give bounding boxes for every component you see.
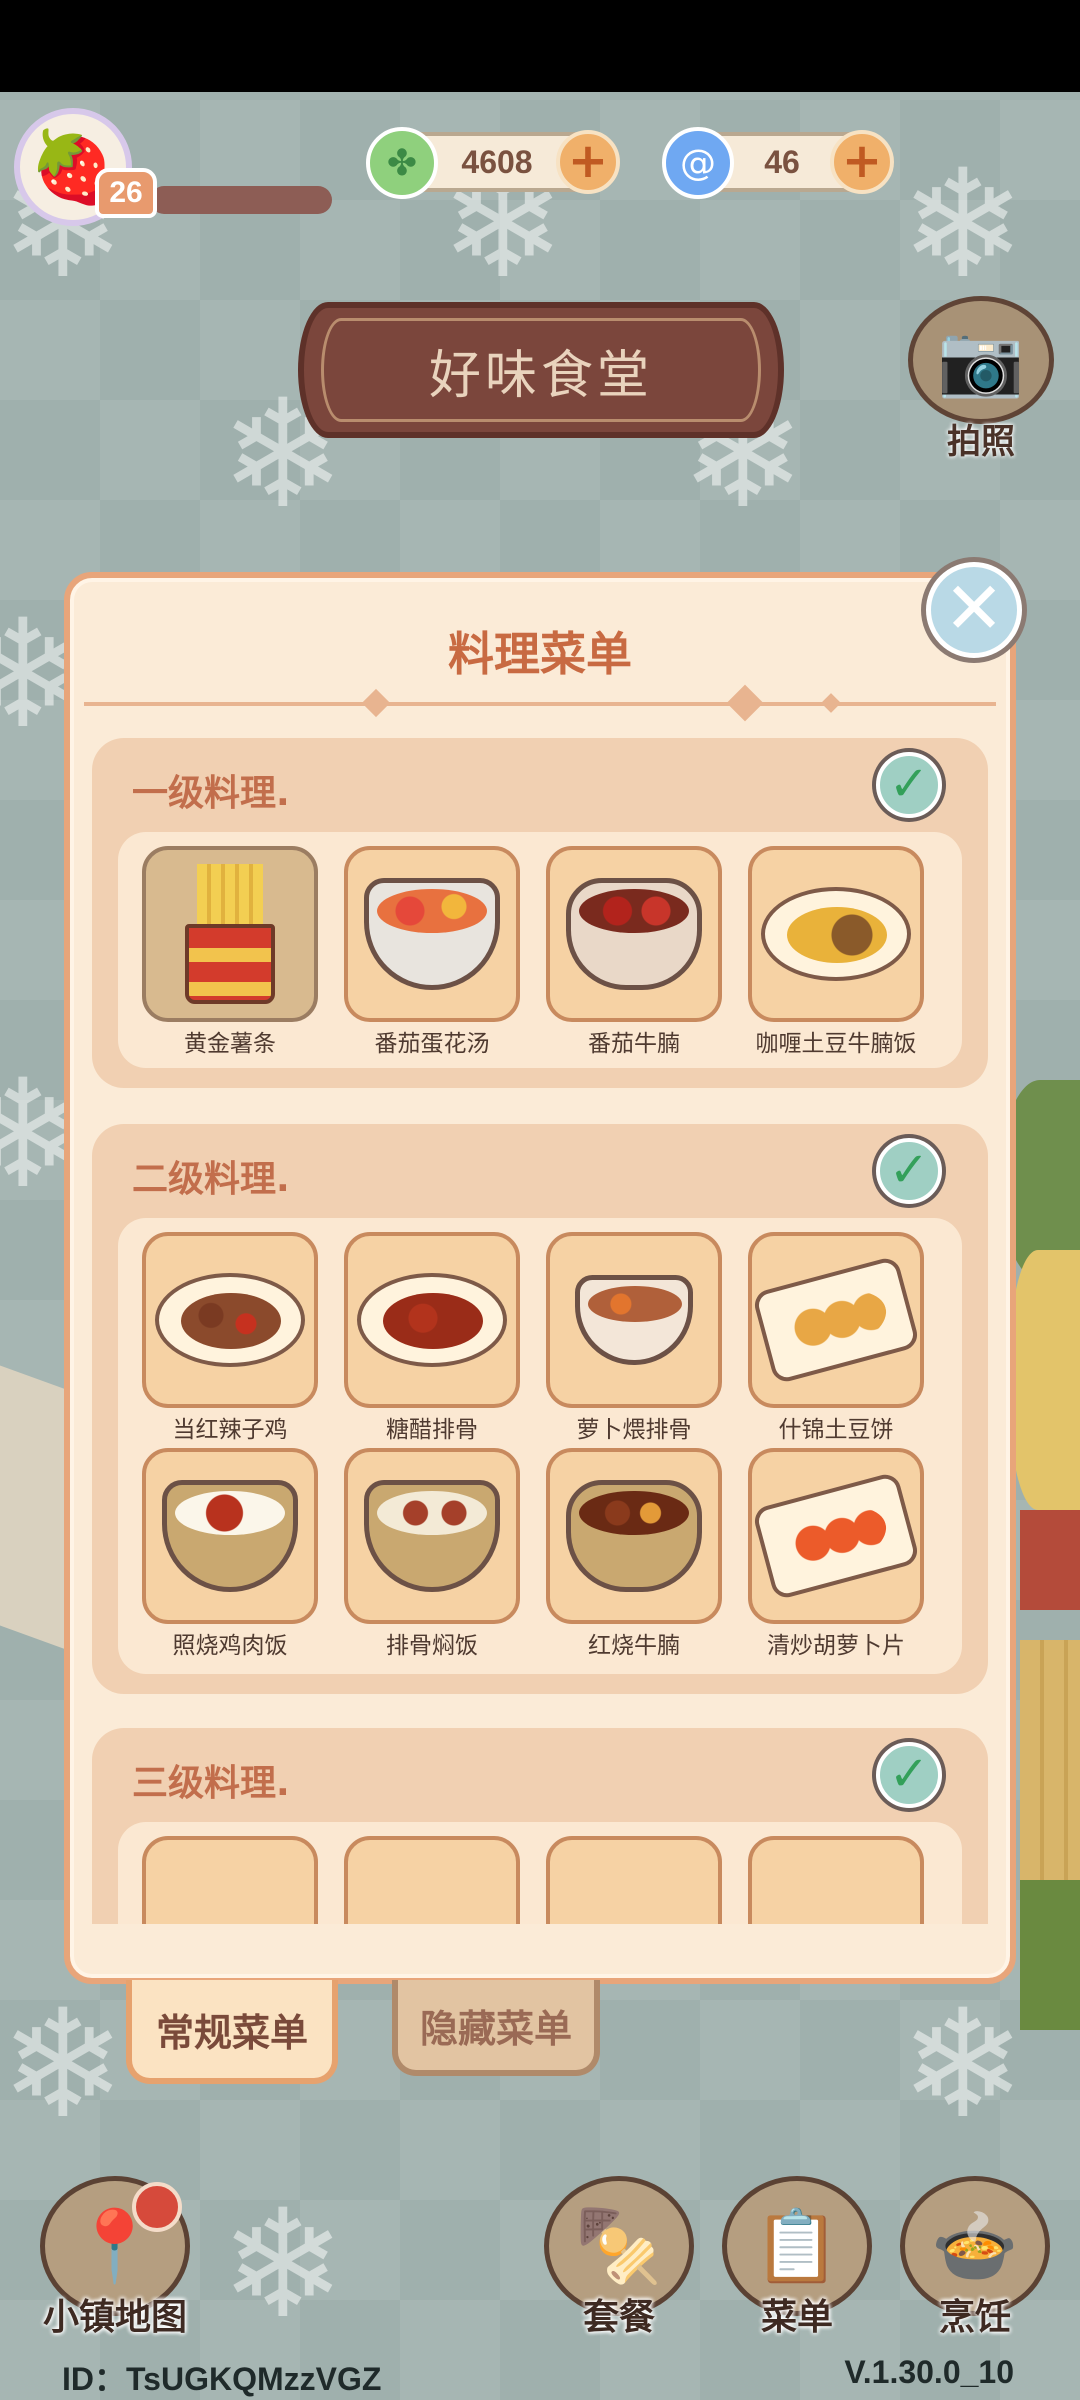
fries-icon — [185, 864, 275, 1004]
snowflake-icon: ❄ — [0, 1978, 126, 2152]
dish-item[interactable]: 咖喱土豆牛腩饭 — [748, 846, 924, 1058]
snowflake-icon: ❄ — [900, 138, 1026, 312]
sweet-sour-ribs-icon — [357, 1273, 507, 1367]
menu-scroll-area[interactable]: 一级料理. ✓ 黄金薯条 番茄蛋花汤 番茄牛腩 咖喱土豆牛腩饭 二级料理. ✓ … — [92, 738, 988, 1924]
version-label: V.1.30.0_10 — [844, 2354, 1014, 2390]
close-button[interactable]: ✕ — [926, 562, 1022, 658]
camera-button[interactable]: 📷 拍照 — [908, 296, 1054, 462]
section-level-1: 一级料理. ✓ 黄金薯条 番茄蛋花汤 番茄牛腩 咖喱土豆牛腩饭 — [92, 738, 988, 1088]
gem-currency: @ 46 + — [662, 127, 894, 199]
braised-beef-pot-icon — [566, 1480, 702, 1592]
section-level-3: 三级料理. ✓ — [92, 1728, 988, 1924]
dish-item[interactable]: 番茄蛋花汤 — [344, 846, 520, 1058]
snowflake-icon: ❄ — [900, 1978, 1026, 2152]
clover-coin-icon: ✤ — [366, 127, 438, 199]
snowflake-icon: ❄ — [220, 2178, 346, 2352]
carrot-slices-icon — [752, 1471, 920, 1601]
curry-plate-icon — [761, 887, 911, 981]
experience-bar — [150, 186, 332, 214]
dish-item[interactable]: 清炒胡萝卜片 — [748, 1448, 924, 1660]
dish-item[interactable]: 排骨焖饭 — [344, 1448, 520, 1660]
dish-item[interactable]: 当红辣子鸡 — [142, 1232, 318, 1444]
dish-name: 什锦土豆饼 — [778, 1417, 894, 1443]
check-icon: ✓ — [876, 1138, 942, 1204]
status-bar — [0, 0, 1080, 92]
combo-label: 套餐 — [582, 2297, 655, 2338]
tab-regular-menu[interactable]: 常规菜单 — [126, 1980, 338, 2084]
stew-pot-icon — [566, 878, 702, 990]
add-clover-button[interactable]: + — [556, 130, 620, 194]
dish-name: 清炒胡萝卜片 — [767, 1633, 905, 1659]
clover-amount: 4608 — [461, 144, 533, 180]
combo-button[interactable]: 🍢 套餐 — [544, 2176, 694, 2338]
potato-pancake-icon — [752, 1255, 920, 1385]
dish-name: 萝卜煨排骨 — [576, 1417, 692, 1443]
dish-name: 当红辣子鸡 — [172, 1417, 288, 1443]
dish-grid: 当红辣子鸡 糖醋排骨 萝卜煨排骨 什锦土豆饼 照烧鸡肉饭 排骨焖饭 红烧牛腩 清… — [118, 1218, 962, 1674]
soup-bowl-icon — [364, 878, 500, 990]
spiral-gem-icon: @ — [662, 127, 734, 199]
clover-currency: ✤ 4608 + — [366, 127, 620, 199]
menu-panel: 料理菜单 一级料理. ✓ 黄金薯条 番茄蛋花汤 番茄牛腩 咖喱土豆牛腩饭 二级料… — [64, 572, 1016, 1984]
dish-grid: 黄金薯条 番茄蛋花汤 番茄牛腩 咖喱土豆牛腩饭 — [118, 832, 962, 1068]
menu-label: 菜单 — [760, 2297, 833, 2338]
section-level-2: 二级料理. ✓ 当红辣子鸡 糖醋排骨 萝卜煨排骨 什锦土豆饼 照烧鸡肉饭 排骨焖… — [92, 1124, 988, 1694]
dish-name: 咖喱土豆牛腩饭 — [755, 1031, 917, 1057]
teriyaki-bowl-icon — [162, 1480, 298, 1592]
dish-name: 红烧牛腩 — [588, 1633, 680, 1659]
dish-name: 照烧鸡肉饭 — [172, 1633, 288, 1659]
town-map-label: 小镇地图 — [42, 2297, 187, 2338]
section-title: 二级料理. — [132, 1159, 290, 1200]
section-title: 三级料理. — [132, 1763, 290, 1804]
tab-hidden-menu[interactable]: 隐藏菜单 — [392, 1980, 600, 2076]
title-divider — [84, 684, 996, 722]
gem-amount: 46 — [764, 144, 800, 180]
dish-item[interactable]: 照烧鸡肉饭 — [142, 1448, 318, 1660]
level-badge: 26 — [95, 168, 157, 218]
cook-label: 烹饪 — [938, 2297, 1011, 2338]
camera-label: 拍照 — [947, 422, 1015, 462]
user-id: ID：TsUGKQMzzVGZ — [62, 2361, 382, 2397]
dish-grid — [118, 1822, 962, 1924]
add-gem-button[interactable]: + — [830, 130, 894, 194]
dish-item[interactable]: 番茄牛腩 — [546, 846, 722, 1058]
restaurant-sign: 好味食堂 — [298, 302, 784, 438]
dish-name: 糖醋排骨 — [386, 1417, 478, 1443]
dish-name: 排骨焖饭 — [386, 1633, 478, 1659]
dish-item[interactable] — [142, 1836, 318, 1924]
dish-item[interactable] — [748, 1836, 924, 1924]
dish-item[interactable] — [546, 1836, 722, 1924]
section-title: 一级料理. — [132, 773, 290, 814]
dish-item[interactable]: 什锦土豆饼 — [748, 1232, 924, 1444]
camera-icon: 📷 — [908, 296, 1054, 424]
dish-name: 番茄牛腩 — [588, 1031, 680, 1057]
menu-button[interactable]: 📋 菜单 — [722, 2176, 872, 2338]
dish-item[interactable] — [344, 1836, 520, 1924]
restaurant-scenery — [1000, 1080, 1080, 2030]
dish-item[interactable]: 萝卜煨排骨 — [546, 1232, 722, 1444]
spicy-chicken-icon — [155, 1273, 305, 1367]
dish-item[interactable]: 黄金薯条 — [142, 846, 318, 1058]
ribs-pot-icon — [575, 1275, 693, 1365]
cook-button[interactable]: 🍲 烹饪 — [900, 2176, 1050, 2338]
dish-name: 黄金薯条 — [184, 1031, 276, 1057]
ribs-rice-bowl-icon — [364, 1480, 500, 1592]
dish-item[interactable]: 糖醋排骨 — [344, 1232, 520, 1444]
check-icon: ✓ — [876, 1742, 942, 1808]
dish-name: 番茄蛋花汤 — [374, 1031, 490, 1057]
dish-item[interactable]: 红烧牛腩 — [546, 1448, 722, 1660]
panel-title: 料理菜单 — [448, 627, 632, 681]
check-icon: ✓ — [876, 752, 942, 818]
restaurant-name: 好味食堂 — [321, 318, 761, 422]
notification-dot — [132, 2182, 182, 2232]
